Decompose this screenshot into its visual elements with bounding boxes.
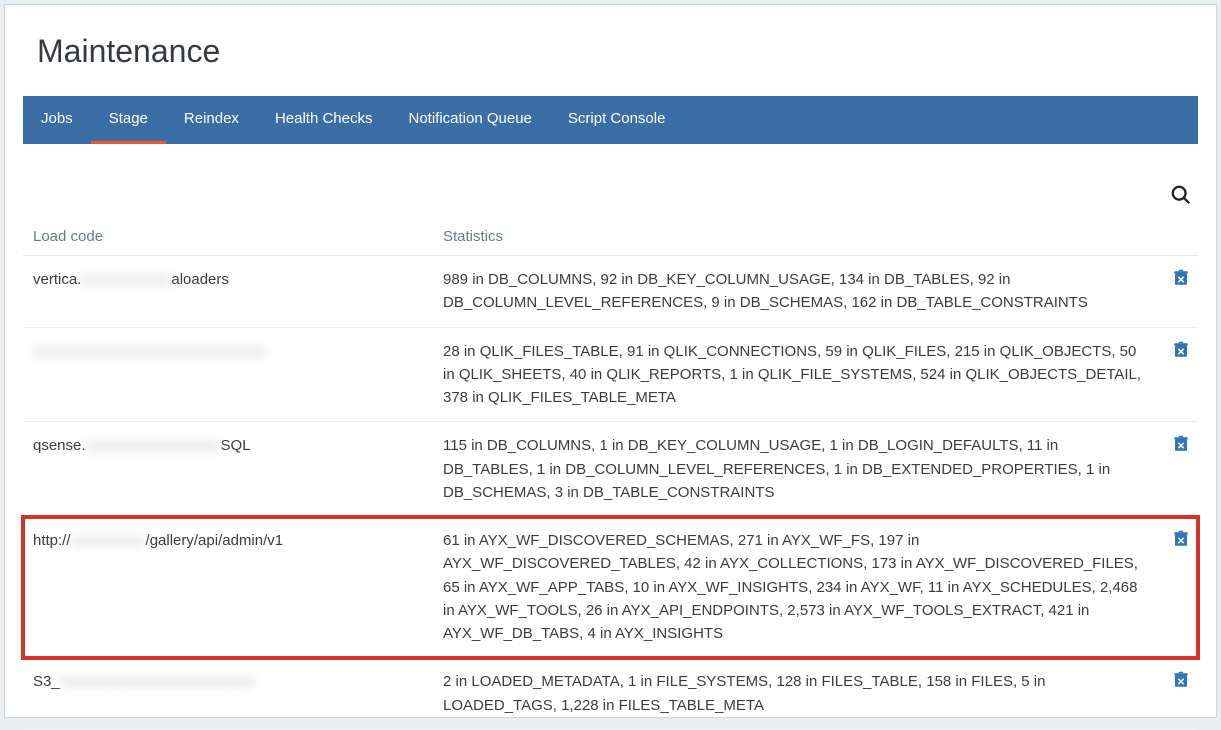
load-code-prefix: http:// — [33, 532, 71, 549]
tab-script-console[interactable]: Script Console — [550, 96, 684, 144]
col-loadcode: Load code — [23, 220, 433, 256]
actions-cell — [1162, 658, 1198, 730]
load-code-cell: vertica.xxxxxxxxxxxxaloaders — [23, 256, 433, 328]
load-code-cell: S3_xxxxxxxxxxxxxxxxxxxxxxxxxx — [23, 658, 433, 730]
table-row: vertica.xxxxxxxxxxxxaloaders989 in DB_CO… — [23, 256, 1198, 328]
load-code-redacted: xxxxxxxxxxxx — [81, 268, 171, 291]
load-code-prefix: S3_ — [33, 673, 60, 690]
actions-cell — [1162, 256, 1198, 328]
tab-health-checks[interactable]: Health Checks — [257, 96, 391, 144]
load-code-suffix: aloaders — [171, 271, 229, 288]
load-code-suffix: SQL — [221, 437, 251, 454]
stats-cell: 28 in QLIK_FILES_TABLE, 91 in QLIK_CONNE… — [433, 327, 1162, 422]
load-code-redacted: xxxxxxxxxxxxxxxxxxxxxxxxxx — [60, 670, 255, 693]
load-code-cell: qsense.xxxxxxxxxxxxxxxxxxSQL — [23, 422, 433, 517]
delete-icon[interactable] — [1172, 529, 1190, 549]
table-row: qsense.xxxxxxxxxxxxxxxxxxSQL115 in DB_CO… — [23, 422, 1198, 517]
tab-reindex[interactable]: Reindex — [166, 96, 257, 144]
load-code-prefix: vertica. — [33, 271, 81, 288]
actions-cell — [1162, 327, 1198, 422]
actions-cell — [1162, 517, 1198, 658]
actions-cell — [1162, 422, 1198, 517]
table-row: xxxxxxxxxxxxxxxxxxxxxxxxxxxxxxx 28 in QLI… — [23, 327, 1198, 422]
table-row: http://xxxxxxxxxx/gallery/api/admin/v161… — [23, 517, 1198, 658]
stats-cell: 2 in LOADED_METADATA, 1 in FILE_SYSTEMS,… — [433, 658, 1162, 730]
tab-jobs[interactable]: Jobs — [23, 96, 91, 144]
search-icon[interactable] — [1170, 184, 1192, 206]
load-code-suffix: /gallery/api/admin/v1 — [146, 532, 284, 549]
tab-notification-queue[interactable]: Notification Queue — [390, 96, 549, 144]
load-code-redacted: xxxxxxxxxxxxxxxxxx — [86, 434, 221, 457]
col-actions — [1162, 220, 1198, 256]
load-code-prefix: qsense. — [33, 437, 86, 454]
tab-stage[interactable]: Stage — [91, 96, 166, 144]
page-title: Maintenance — [37, 33, 1184, 70]
col-stats: Statistics — [433, 220, 1162, 256]
delete-icon[interactable] — [1172, 670, 1190, 690]
delete-icon[interactable] — [1172, 340, 1190, 360]
load-code-redacted: xxxxxxxxxx — [71, 529, 146, 552]
tabs-bar: Jobs Stage Reindex Health Checks Notific… — [23, 96, 1198, 144]
delete-icon[interactable] — [1172, 268, 1190, 288]
stage-table: Load code Statistics vertica.xxxxxxxxxxx… — [23, 220, 1198, 730]
load-code-cell: http://xxxxxxxxxx/gallery/api/admin/v1 — [23, 517, 433, 658]
stats-cell: 61 in AYX_WF_DISCOVERED_SCHEMAS, 271 in … — [433, 517, 1162, 658]
stats-cell: 115 in DB_COLUMNS, 1 in DB_KEY_COLUMN_US… — [433, 422, 1162, 517]
table-row: S3_xxxxxxxxxxxxxxxxxxxxxxxxxx2 in LOADED… — [23, 658, 1198, 730]
load-code-cell: xxxxxxxxxxxxxxxxxxxxxxxxxxxxxxx — [23, 327, 433, 422]
delete-icon[interactable] — [1172, 434, 1190, 454]
load-code-redacted: xxxxxxxxxxxxxxxxxxxxxxxxxxxxxxx — [33, 340, 266, 363]
stats-cell: 989 in DB_COLUMNS, 92 in DB_KEY_COLUMN_U… — [433, 256, 1162, 328]
